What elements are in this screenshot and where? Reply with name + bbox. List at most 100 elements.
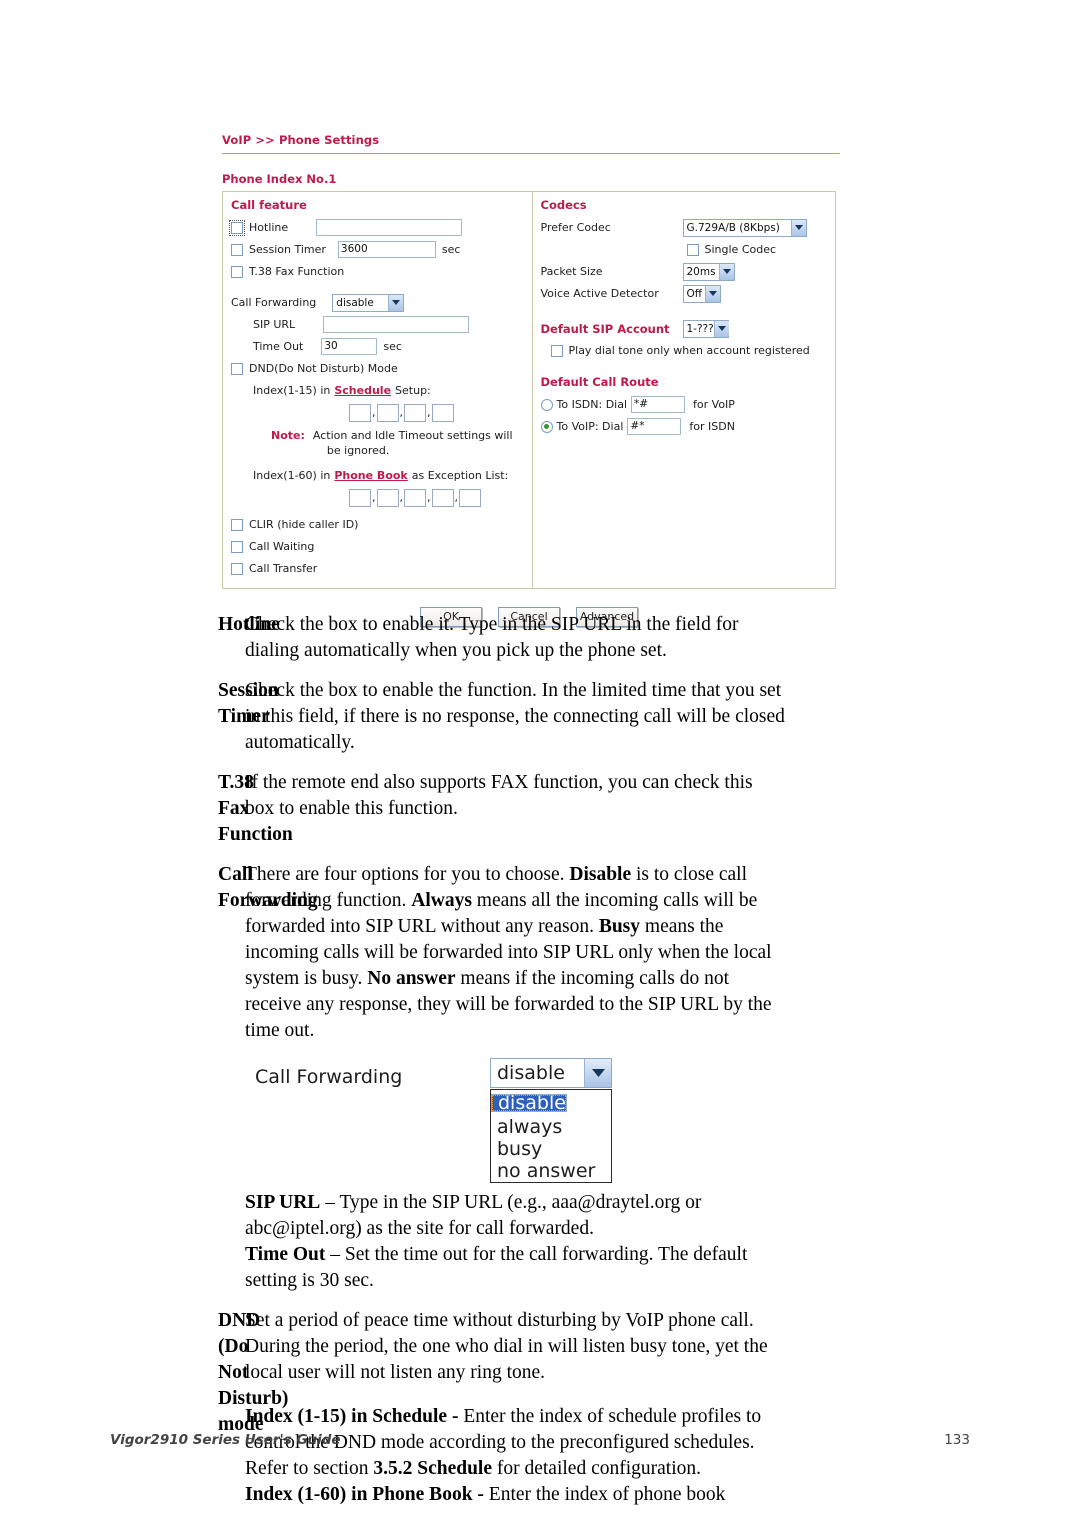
schedule-link[interactable]: Schedule [334,384,391,397]
phone-book-link[interactable]: Phone Book [334,469,407,482]
time-out-row: Time Out 30 sec [231,336,524,357]
cf-illus-select[interactable]: disable [490,1058,612,1088]
cf-option-busy[interactable]: busy [491,1138,611,1160]
phonebook-index-box-5[interactable] [459,488,481,507]
phonebook-index-box-3[interactable] [404,488,426,507]
cf-time-out-note: Time Out – Set the time out for the call… [245,1242,785,1294]
t38-fax-label: T.38 Fax Function [249,265,345,278]
time-out-unit: sec [383,340,402,353]
packet-size-value: 20ms [686,265,716,278]
schedule-index-box-2[interactable] [376,403,399,422]
cf-option-no-answer[interactable]: no answer [491,1160,611,1182]
session-timer-checkbox[interactable] [231,243,243,256]
chevron-down-icon [584,1059,611,1087]
hotline-sip-url-input[interactable] [316,219,463,236]
hotline-checkbox[interactable] [229,219,245,236]
call-feature-panel: Call feature Hotline Session Timer 3600 … [223,192,533,588]
desc-call-forwarding: There are four options for you to choose… [245,862,785,1294]
term-t38-fax: T.38 Fax Function [218,772,293,845]
single-codec-row: Single Codec [541,239,828,260]
vad-select[interactable]: Off [682,284,721,303]
phonebook-index-suffix: as Exception List: [411,469,509,482]
packet-size-row: Packet Size 20ms [541,261,828,282]
to-isdn-dial-input[interactable]: *# [631,396,686,413]
codecs-panel: Codecs Prefer Codec G.729A/B (8Kbps) Sin… [533,192,836,588]
phone-index-heading: Phone Index No.1 [222,172,337,186]
term-hotline: Hotline [218,614,280,635]
schedule-index-box-3[interactable] [404,403,426,422]
page-footer: Vigor2910 Series User's Guide 133 [0,1432,1080,1462]
desc-hotline: Check the box to enable it. Type in the … [245,614,739,661]
packet-size-label: Packet Size [540,265,603,278]
cf-illus-label: Call Forwarding [255,1066,403,1088]
call-waiting-checkbox[interactable] [231,540,243,553]
t38-fax-row: T.38 Fax Function [231,261,524,282]
cf-illus-value: disable [497,1062,565,1084]
sip-url-input[interactable] [323,316,470,333]
to-isdn-label: To ISDN: Dial [556,398,628,411]
hotline-row: Hotline [229,217,524,238]
definition-row-call-forwarding: Call Forwarding There are four options f… [0,862,1080,1294]
hotline-label: Hotline [249,221,289,234]
dnd-p3-rest: Enter the index of phone book [483,1484,726,1505]
phonebook-index-box-4[interactable] [431,488,454,507]
term-session-timer: Session Timer [218,680,279,727]
cf-time-out-bold: Time Out [245,1244,326,1265]
single-codec-checkbox[interactable] [686,243,699,256]
cf-option-disable[interactable]: disable [491,1092,567,1114]
phonebook-index-box-1[interactable] [349,488,371,507]
phonebook-index-boxes: , , , , [349,487,524,508]
t38-fax-checkbox[interactable] [231,265,243,278]
settings-panels: Call feature Hotline Session Timer 3600 … [222,191,836,589]
to-voip-label: To VoIP: Dial [556,420,624,433]
codecs-heading: Codecs [540,198,587,212]
cf-p1-always: Always [411,890,472,911]
session-timer-input[interactable]: 3600 [337,241,436,258]
prefer-codec-label: Prefer Codec [540,221,611,234]
schedule-index-box-1[interactable] [349,403,371,422]
cf-option-always[interactable]: always [491,1116,611,1138]
call-transfer-checkbox[interactable] [231,562,243,575]
schedule-index-box-4[interactable] [431,403,454,422]
definition-row-t38-fax: T.38 Fax Function If the remote end also… [0,770,1080,848]
session-timer-unit: sec [441,243,461,256]
desc-t38-fax: If the remote end also supports FAX func… [245,772,753,819]
packet-size-select[interactable]: 20ms [682,262,735,281]
play-dial-tone-row: Play dial tone only when account registe… [541,340,828,361]
term-dnd: DND (Do Not Disturb) mode [0,1308,288,1508]
call-forwarding-dropdown-illustration: Call Forwarding disable disable always b… [245,1058,785,1183]
chevron-down-icon [790,219,806,236]
to-voip-radio[interactable] [540,420,553,433]
dnd-p1: Set a period of peace time without distu… [245,1310,768,1383]
desc-session-timer: Check the box to enable the function. In… [245,680,785,753]
to-isdn-radio[interactable] [540,398,553,411]
sip-url-label: SIP URL [253,318,296,331]
call-transfer-row: Call Transfer [231,558,524,579]
dnd-checkbox[interactable] [231,362,243,375]
to-voip-dial-input[interactable]: #* [627,418,682,435]
desc-dnd: Set a period of peace time without distu… [245,1308,785,1508]
breadcrumb: VoIP >> Phone Settings [222,133,380,147]
cf-sip-url-bold: SIP URL [245,1192,321,1213]
clir-row: CLIR (hide caller ID) [231,514,524,535]
play-dial-tone-checkbox[interactable] [550,344,563,357]
cf-p1-busy: Busy [598,916,641,937]
schedule-index-prefix: Index(1-15) in [253,384,331,397]
prefer-codec-select[interactable]: G.729A/B (8Kbps) [682,218,807,237]
phonebook-index-row: Index(1-60) in Phone Book as Exception L… [253,465,524,486]
clir-checkbox[interactable] [231,518,243,531]
definition-row-hotline: Hotline Check the box to enable it. Type… [0,612,1080,664]
to-isdn-suffix: for VoIP [693,398,735,411]
note-line-1: Action and Idle Timeout settings will [312,429,513,442]
note-line-2: be ignored. [326,444,390,457]
term-call-forwarding: Call Forwarding [218,864,318,911]
call-waiting-label: Call Waiting [249,540,315,553]
single-codec-label: Single Codec [704,243,777,256]
phonebook-index-box-2[interactable] [376,488,399,507]
time-out-input[interactable]: 30 [321,338,378,355]
call-forwarding-select[interactable]: disable [332,293,405,312]
default-sip-account-select[interactable]: 1-??? [682,319,729,338]
call-forwarding-value: disable [336,296,374,309]
definition-row-dnd: DND (Do Not Disturb) mode Set a period o… [0,1308,1080,1508]
default-sip-account-value: 1-??? [686,322,714,335]
